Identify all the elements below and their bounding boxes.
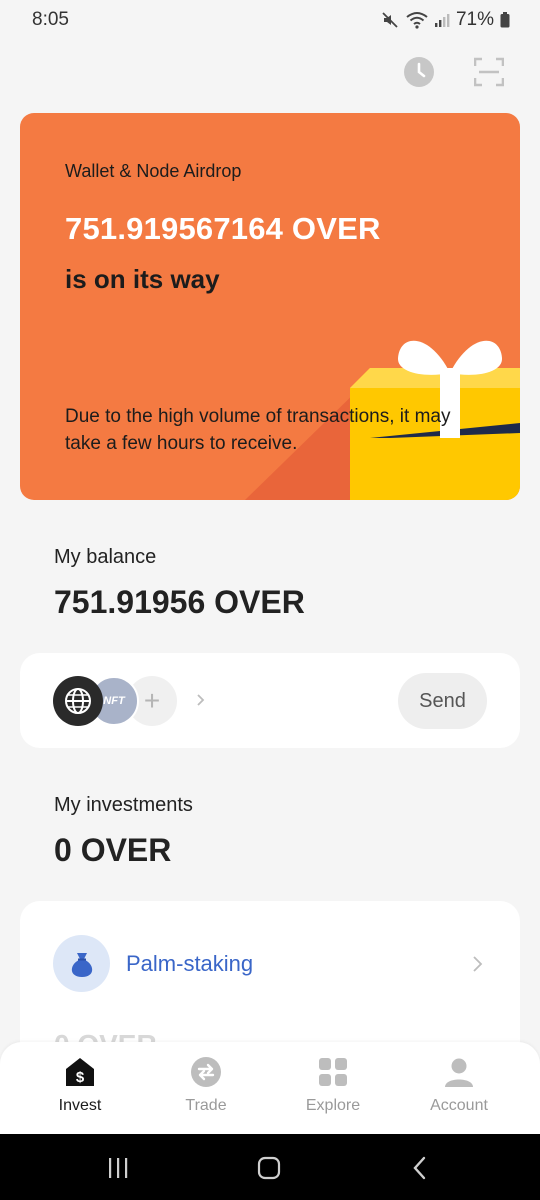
tab-account[interactable]: Account <box>409 1056 509 1126</box>
palm-staking-label: Palm-staking <box>126 951 254 976</box>
wifi-icon <box>406 11 428 29</box>
account-icon <box>443 1056 475 1088</box>
invest-icon: $ <box>64 1056 96 1088</box>
home-icon[interactable] <box>249 1154 289 1182</box>
tab-trade-label: Trade <box>185 1097 227 1114</box>
tab-invest-label: Invest <box>58 1097 102 1114</box>
tab-explore[interactable]: Explore <box>283 1056 383 1126</box>
money-bag-icon <box>53 935 110 992</box>
investments-value: 0 OVER <box>54 832 172 868</box>
scan-icon[interactable] <box>472 55 506 89</box>
battery-percent: 71% <box>455 9 494 30</box>
banner-subtitle: is on its way <box>65 264 220 294</box>
tab-account-label: Account <box>430 1097 488 1114</box>
status-indicators: 71% <box>380 9 510 31</box>
investments-label: My investments <box>54 794 193 816</box>
header-actions <box>402 55 506 89</box>
chevron-right-icon[interactable] <box>194 689 208 716</box>
banner-title: Wallet & Node Airdrop <box>65 161 242 181</box>
airdrop-amount: 751.919567164 OVER <box>65 211 381 246</box>
globe-icon[interactable] <box>53 676 103 726</box>
assets-card: NFT + Send <box>20 653 520 748</box>
send-button[interactable]: Send <box>398 673 487 729</box>
airdrop-banner[interactable]: Wallet & Node Airdrop 751.919567164 OVER… <box>20 113 520 500</box>
chevron-right-icon <box>470 953 484 980</box>
signal-icon <box>434 12 450 28</box>
trade-icon <box>190 1056 222 1088</box>
battery-icon <box>500 12 510 28</box>
svg-text:$: $ <box>76 1069 85 1086</box>
status-time: 8:05 <box>32 9 69 30</box>
plus-icon: + <box>143 685 161 716</box>
recent-apps-icon[interactable] <box>98 1154 138 1182</box>
nft-icon-label: NFT <box>103 695 125 707</box>
tab-trade[interactable]: Trade <box>156 1056 256 1126</box>
tab-invest[interactable]: $ Invest <box>30 1056 130 1126</box>
bottom-tab-bar: $ Invest Trade Explore Account <box>0 1042 540 1134</box>
clock-icon[interactable] <box>402 55 436 89</box>
tab-explore-label: Explore <box>305 1097 361 1114</box>
status-bar: 8:05 71% <box>0 0 540 40</box>
explore-icon <box>317 1056 349 1088</box>
mute-icon <box>380 10 400 30</box>
banner-note: Due to the high volume of transactions, … <box>65 406 451 454</box>
balance-value: 751.91956 OVER <box>54 584 305 620</box>
balance-label: My balance <box>54 546 157 568</box>
back-icon[interactable] <box>400 1154 440 1182</box>
system-nav-bar <box>0 1134 540 1200</box>
